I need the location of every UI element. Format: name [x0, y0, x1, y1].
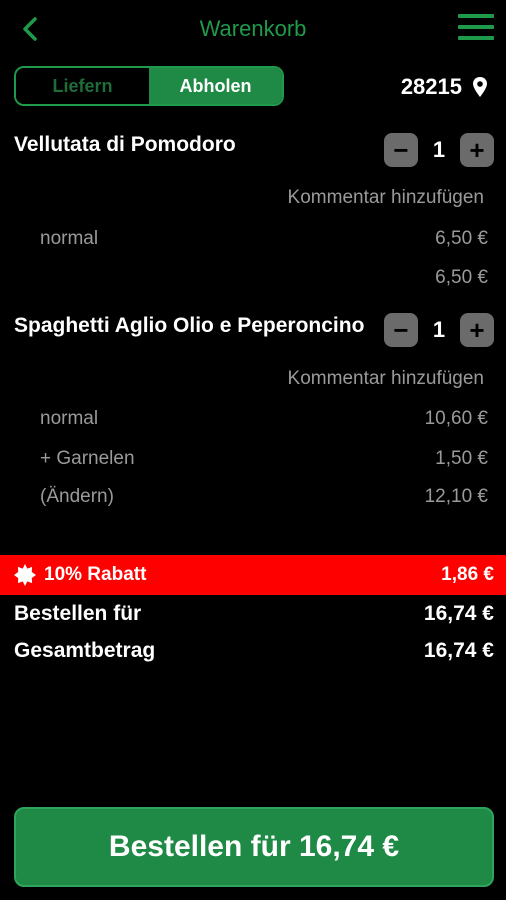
- discount-amount: 1,86 €: [441, 564, 494, 585]
- option-label: normal: [40, 408, 99, 429]
- hamburger-menu-icon[interactable]: [458, 14, 494, 44]
- item-quantity: 1: [432, 137, 446, 162]
- add-comment-link[interactable]: Kommentar hinzufügen: [288, 187, 484, 209]
- quantity-stepper: − 1 +: [384, 313, 494, 347]
- discount-label: 10% Rabatt: [44, 564, 147, 585]
- edit-item-link[interactable]: (Ändern): [40, 486, 114, 508]
- zip-code: 28215: [400, 74, 462, 99]
- discount-bar: 10% Rabatt 1,86 €: [0, 555, 506, 595]
- tab-liefern[interactable]: Liefern: [16, 68, 149, 104]
- app-header: Warenkorb: [0, 0, 506, 60]
- order-total-row: Bestellen für 16,74 €: [14, 602, 494, 626]
- order-amount: 16,74 €: [423, 602, 494, 625]
- delivery-mode-toggle: Liefern Abholen: [14, 66, 284, 106]
- item-subtotal: 6,50 €: [435, 267, 488, 288]
- place-order-button[interactable]: Bestellen für 16,74 €: [14, 807, 494, 887]
- item-name: Spaghetti Aglio Olio e Peperoncino: [14, 314, 365, 337]
- option-price: 10,60 €: [424, 408, 488, 429]
- location-zip[interactable]: 28215: [401, 72, 488, 102]
- total-amount: 16,74 €: [423, 639, 494, 662]
- grand-total-row: Gesamtbetrag 16,74 €: [14, 639, 494, 663]
- add-comment-link[interactable]: Kommentar hinzufügen: [288, 368, 484, 390]
- page-title: Warenkorb: [199, 16, 307, 41]
- option-price: 6,50 €: [435, 228, 488, 249]
- item-quantity: 1: [432, 317, 446, 342]
- quantity-stepper: − 1 +: [384, 133, 494, 167]
- total-label: Gesamtbetrag: [14, 639, 156, 662]
- item-name: Vellutata di Pomodoro: [14, 133, 236, 156]
- extra-label: + Garnelen: [40, 448, 135, 469]
- order-label: Bestellen für: [14, 602, 142, 625]
- decrease-quantity-button[interactable]: −: [384, 133, 418, 167]
- tab-abholen[interactable]: Abholen: [149, 68, 282, 104]
- extra-price: 1,50 €: [435, 448, 488, 469]
- discount-badge-icon: [14, 564, 36, 586]
- option-label: normal: [40, 228, 99, 249]
- increase-quantity-button[interactable]: +: [460, 133, 494, 167]
- increase-quantity-button[interactable]: +: [460, 313, 494, 347]
- decrease-quantity-button[interactable]: −: [384, 313, 418, 347]
- item-subtotal: 12,10 €: [424, 486, 488, 507]
- location-pin-icon: [473, 77, 487, 97]
